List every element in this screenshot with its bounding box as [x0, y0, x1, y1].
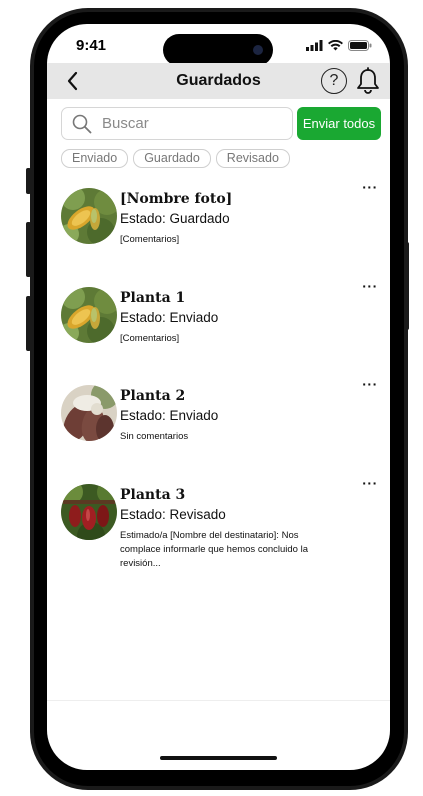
home-indicator	[160, 756, 277, 760]
list-item[interactable]: Planta 3 Estado: Revisado Estimado/a [No…	[61, 476, 381, 569]
item-title: Planta 3	[120, 487, 186, 503]
battery-icon	[348, 40, 372, 51]
signal-icon	[306, 40, 323, 51]
item-comment: Sin comentarios	[120, 431, 189, 442]
screen: 9:41 Guardados ? Enviar todos Enviado Gu…	[47, 24, 390, 770]
divider	[47, 700, 390, 701]
filter-chips: Enviado Guardado Revisado	[61, 149, 290, 168]
item-comment: Estimado/a [Nombre del destinatario]: No…	[120, 530, 308, 569]
avatar-cacao-yellow	[61, 287, 117, 343]
help-circle-icon[interactable]: ?	[321, 68, 347, 94]
search-icon	[72, 114, 92, 134]
item-title: Planta 2	[120, 388, 186, 404]
list-item[interactable]: Planta 2 Estado: Enviado Sin comentarios…	[61, 377, 381, 455]
avatar-cacao-yellow	[61, 188, 117, 244]
volume-up-button	[26, 222, 31, 277]
more-options-icon[interactable]: ···	[359, 476, 381, 492]
volume-down-button	[26, 296, 31, 351]
item-state: Estado: Guardado	[120, 211, 230, 226]
list-item[interactable]: Planta 1 Estado: Enviado [Comentarios] ·…	[61, 279, 381, 357]
mute-switch	[26, 168, 31, 194]
camera-icon	[253, 45, 263, 55]
more-options-icon[interactable]: ···	[359, 279, 381, 295]
nav-bar: Guardados ?	[47, 63, 390, 99]
item-state: Estado: Enviado	[120, 310, 219, 325]
search-input[interactable]	[102, 115, 282, 132]
filter-chip-enviado[interactable]: Enviado	[61, 149, 129, 168]
item-title: Planta 1	[120, 290, 186, 306]
item-state: Estado: Revisado	[120, 507, 226, 522]
search-field[interactable]	[61, 107, 293, 140]
list-item[interactable]: [Nombre foto] Estado: Guardado [Comentar…	[61, 180, 381, 258]
filter-chip-guardado[interactable]: Guardado	[133, 149, 211, 168]
dynamic-island	[163, 34, 273, 66]
power-button	[404, 242, 409, 330]
more-options-icon[interactable]: ···	[359, 180, 381, 196]
wifi-icon	[328, 40, 343, 51]
avatar-cacao-red	[61, 484, 117, 540]
item-state: Estado: Enviado	[120, 408, 219, 423]
status-time: 9:41	[76, 37, 107, 54]
send-all-button[interactable]: Enviar todos	[297, 107, 381, 140]
avatar-cacao-seeds	[61, 385, 117, 441]
status-icons	[306, 40, 372, 51]
filter-chip-revisado[interactable]: Revisado	[215, 149, 290, 168]
bell-icon[interactable]	[355, 67, 381, 95]
status-bar: 9:41	[47, 24, 390, 66]
item-title: [Nombre foto]	[120, 191, 233, 207]
item-comment: [Comentarios]	[120, 333, 180, 344]
item-comment: [Comentarios]	[120, 234, 180, 245]
more-options-icon[interactable]: ···	[359, 377, 381, 393]
